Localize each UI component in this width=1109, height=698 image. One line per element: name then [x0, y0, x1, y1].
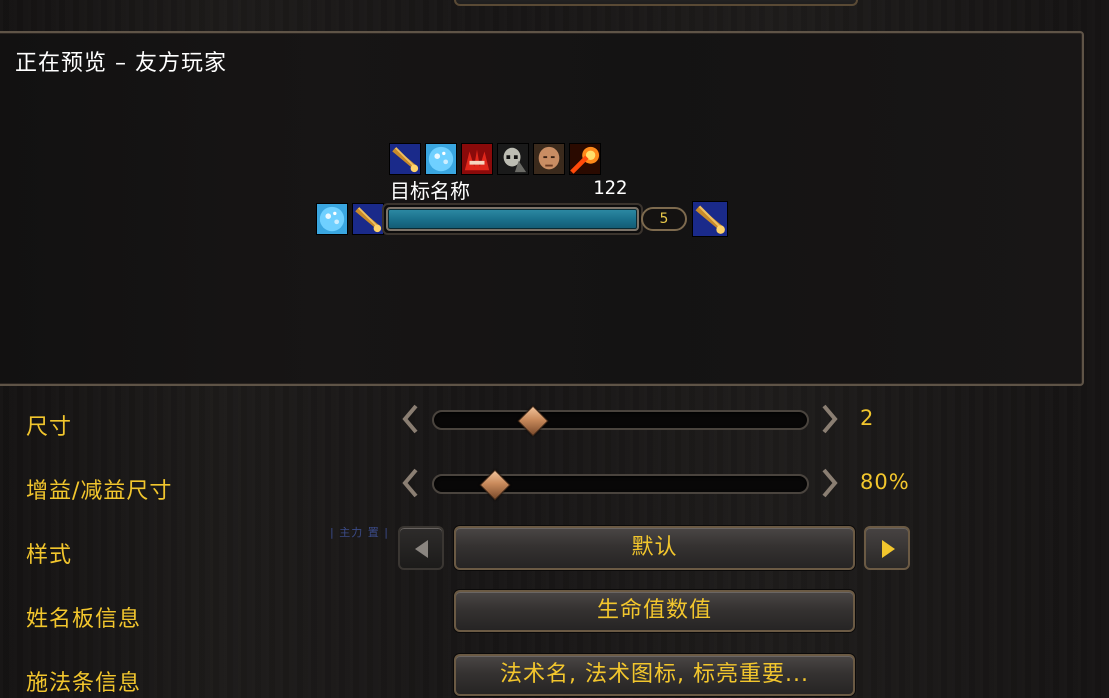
health-bar: [386, 207, 639, 231]
buff-size-increase-arrow[interactable]: [818, 466, 840, 500]
style-tag: | 主力 置 |: [330, 526, 389, 539]
frost-orb-icon: [425, 143, 457, 175]
style-label: 样式: [26, 543, 73, 568]
style-next-button[interactable]: [864, 526, 910, 570]
top-dropdown-bottom-edge[interactable]: [454, 0, 858, 6]
size-value: 2: [860, 406, 875, 430]
stack-count-badge: 5: [641, 207, 687, 231]
style-dropdown[interactable]: 默认: [454, 526, 855, 570]
armored-skull-icon: [497, 143, 529, 175]
buff-size-decrease-arrow[interactable]: [400, 466, 422, 500]
size-increase-arrow[interactable]: [818, 402, 840, 436]
buff-size-value: 80%: [860, 470, 910, 494]
target-name: 目标名称: [390, 179, 470, 203]
frost-orb-icon: [316, 203, 348, 235]
nameplate-info-label: 姓名板信息: [26, 607, 142, 632]
cast-info-label: 施法条信息: [26, 671, 142, 696]
blue-staff-icon: [692, 201, 728, 237]
size-decrease-arrow[interactable]: [400, 402, 422, 436]
cast-info-dropdown[interactable]: 法术名, 法术图标, 标亮重要...: [454, 654, 855, 696]
style-prev-button[interactable]: [398, 526, 444, 570]
nameplate-info-dropdown[interactable]: 生命值数值: [454, 590, 855, 632]
bald-ogre-icon: [533, 143, 565, 175]
preview-title: 正在预览 – 友方玩家: [15, 51, 227, 76]
size-slider-track[interactable]: [432, 410, 809, 430]
fire-burst-icon: [569, 143, 601, 175]
red-demon-icon: [461, 143, 493, 175]
triangle-left-icon: [415, 540, 428, 558]
blue-staff-icon: [389, 143, 421, 175]
triangle-right-icon: [882, 540, 895, 558]
blue-staff-icon: [352, 203, 384, 235]
buff-size-label: 增益/减益尺寸: [26, 479, 173, 504]
size-label: 尺寸: [26, 415, 73, 440]
target-level: 122: [593, 177, 628, 199]
